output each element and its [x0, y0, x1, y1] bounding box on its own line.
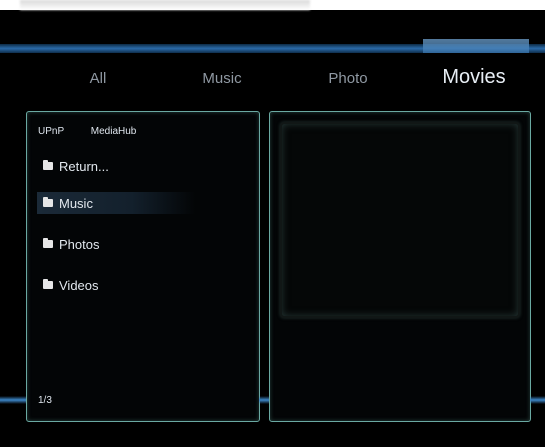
browser-header: UPnP MediaHub [38, 126, 136, 137]
server-label: MediaHub [90, 126, 137, 137]
tab-photo[interactable]: Photo [288, 70, 408, 87]
list-item-label: Return... [59, 158, 109, 174]
header-highlight [423, 39, 529, 53]
list-item-photos[interactable]: Photos [37, 233, 195, 255]
top-strip-blur [20, 0, 310, 10]
folder-icon [43, 238, 53, 248]
preview-panel [269, 111, 531, 422]
folder-icon [43, 160, 53, 170]
folder-icon [43, 279, 53, 289]
tab-movies[interactable]: Movies [414, 66, 534, 89]
list-item-label: Videos [59, 277, 99, 293]
bottom-glow-left [0, 396, 26, 404]
top-strip [0, 0, 545, 10]
list-item-label: Music [59, 195, 93, 211]
list-item-videos[interactable]: Videos [37, 274, 195, 296]
list-item-label: Photos [59, 236, 100, 252]
tab-all[interactable]: All [38, 70, 158, 87]
list-item-music[interactable]: Music [37, 192, 195, 214]
bottom-glow-middle [259, 396, 269, 404]
list-item-return[interactable]: Return... [37, 155, 195, 177]
page-indicator: 1/3 [38, 395, 52, 406]
tab-music[interactable]: Music [162, 70, 282, 87]
file-browser-panel: UPnP MediaHub Return... Music Photos Vid… [26, 111, 260, 422]
header-bar [0, 39, 545, 53]
bottom-glow-right [530, 396, 545, 404]
source-label: UPnP [38, 126, 65, 137]
preview-frame [280, 122, 520, 318]
folder-icon [43, 197, 53, 207]
